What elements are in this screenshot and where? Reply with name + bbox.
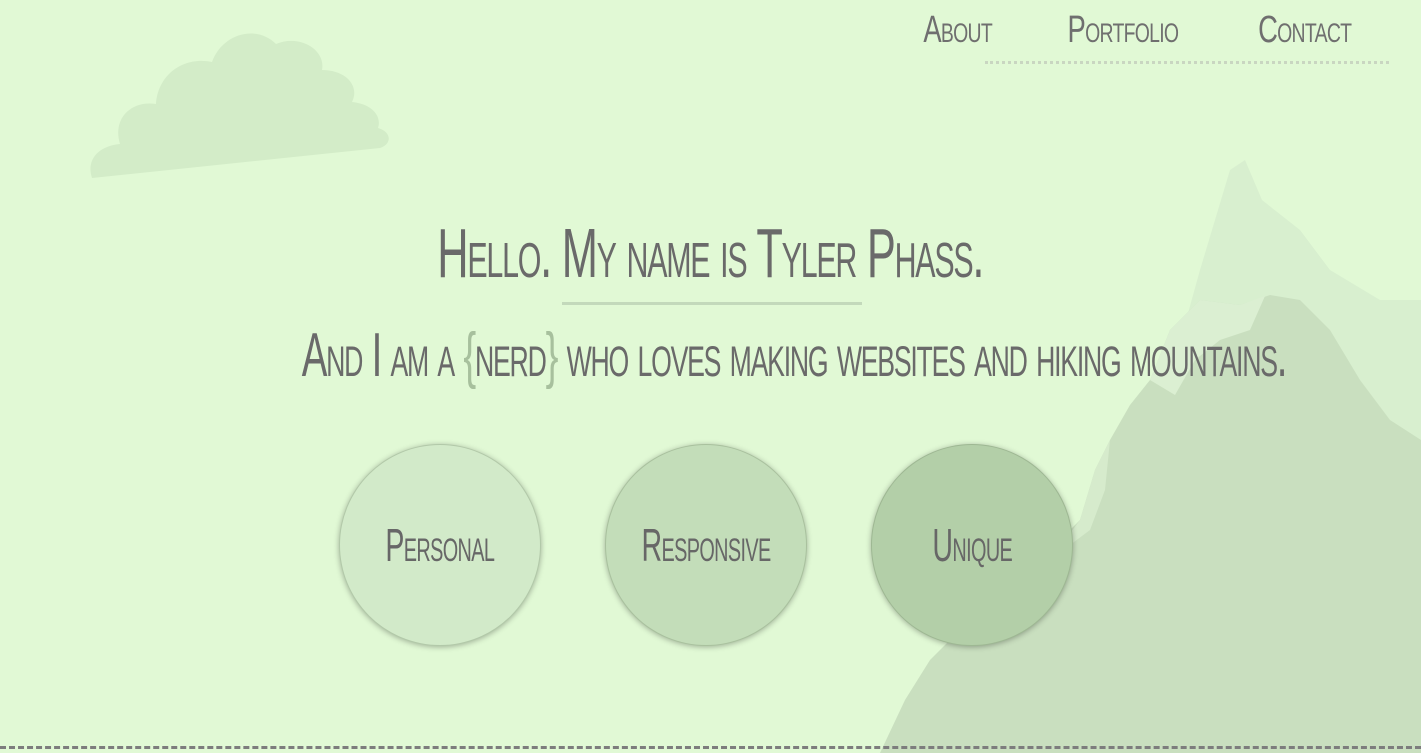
brace-close: } <box>545 321 559 390</box>
hero-tagline-line: And I am a {nerd} who loves making websi… <box>301 316 1288 396</box>
feature-label-personal: Personal <box>385 519 496 571</box>
tagline-before: And I am a <box>301 321 464 390</box>
hero-headline-text: Hello. My name is Tyler Phass. <box>437 214 985 292</box>
feature-label-unique: Unique <box>932 519 1012 571</box>
feature-circles: Personal Responsive Unique <box>339 444 1073 646</box>
nav-link-about[interactable]: About <box>924 9 993 52</box>
feature-circle-personal[interactable]: Personal <box>339 444 541 646</box>
top-nav: About Portfolio Contact <box>924 0 1389 64</box>
brace-open: { <box>463 321 476 390</box>
nav-link-portfolio[interactable]: Portfolio <box>1067 9 1179 52</box>
hero-tagline: And I am a {nerd} who loves making websi… <box>0 316 1421 396</box>
headline-divider <box>562 302 862 305</box>
feature-label-responsive: Responsive <box>641 519 771 571</box>
nav-link-contact[interactable]: Contact <box>1258 9 1352 52</box>
cloud-illustration <box>90 33 389 179</box>
hero-headline: Hello. My name is Tyler Phass. <box>0 208 1421 298</box>
tagline-after: who loves making websites and hiking mou… <box>557 321 1288 390</box>
bottom-dashed-border <box>0 746 1421 749</box>
feature-circle-unique[interactable]: Unique <box>871 444 1073 646</box>
feature-circle-responsive[interactable]: Responsive <box>605 444 807 646</box>
tagline-highlight: nerd <box>474 321 547 390</box>
